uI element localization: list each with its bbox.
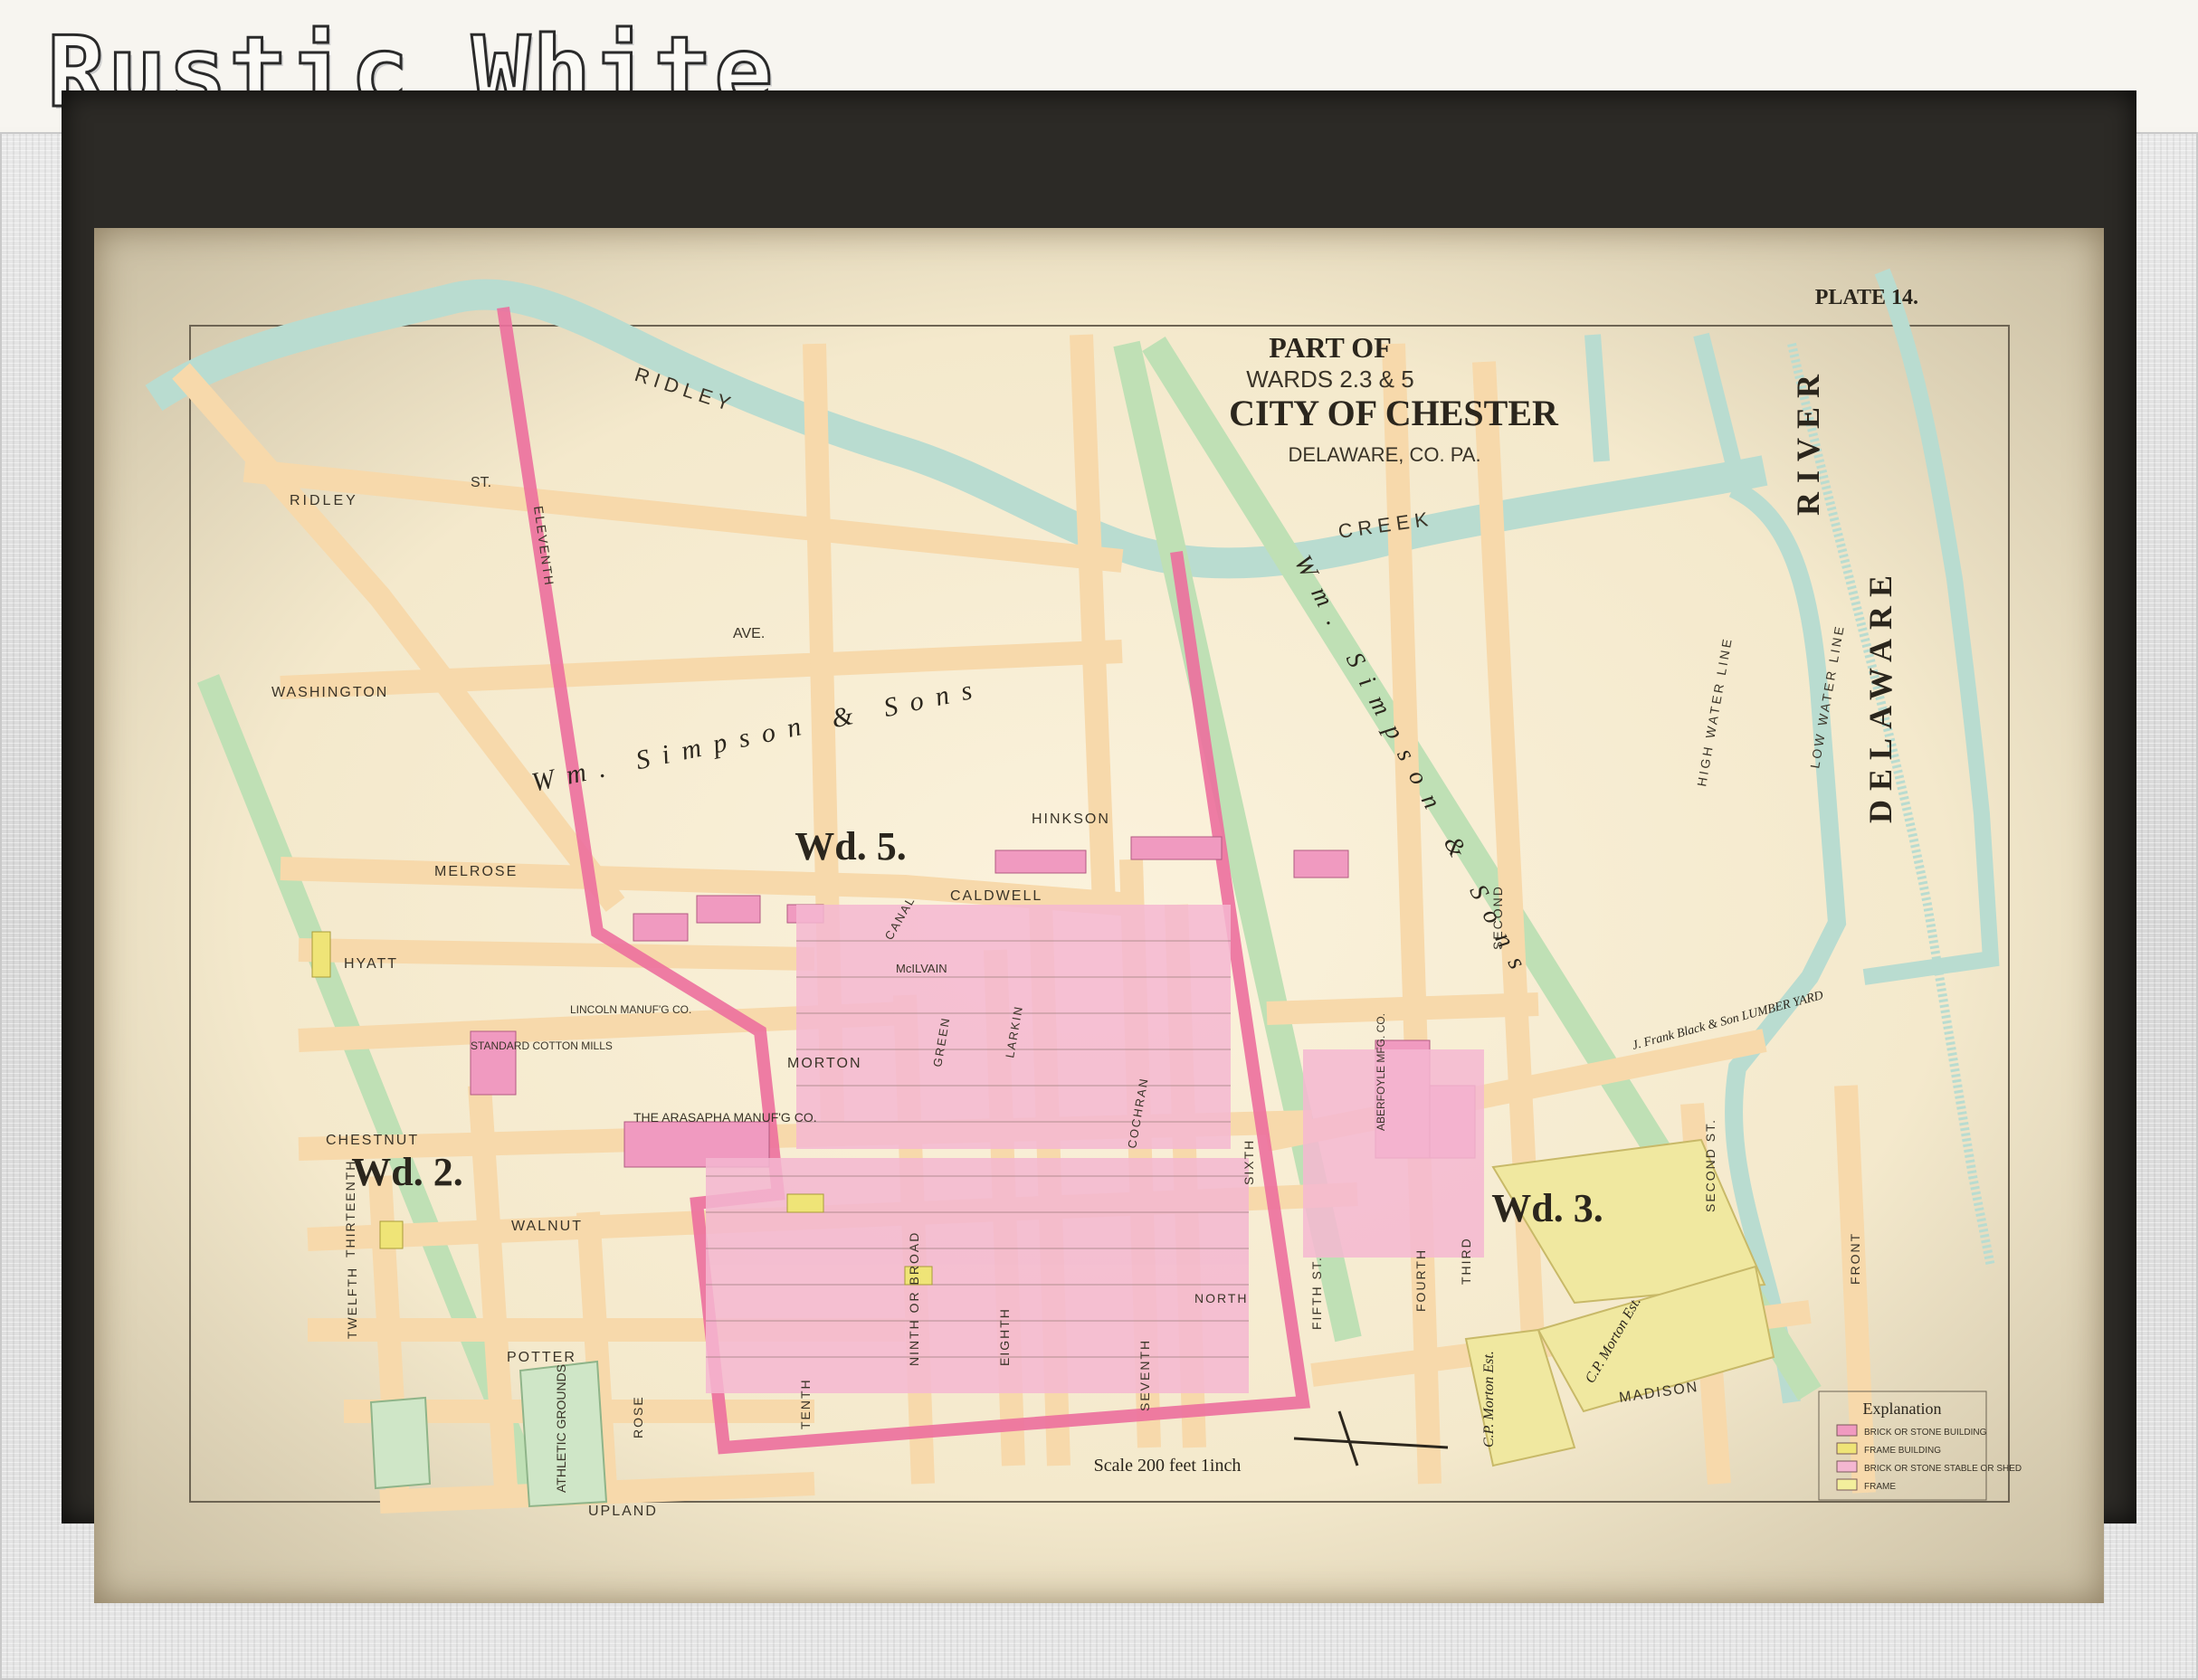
street-ridley: RIDLEY bbox=[290, 493, 358, 508]
street-upland: UPLAND bbox=[588, 1504, 658, 1519]
water-label-delaware: DELAWARE bbox=[1862, 566, 1898, 823]
plate-number: PLATE 14. bbox=[1815, 286, 1918, 309]
street-caldwell: CALDWELL bbox=[950, 888, 1042, 904]
street-hyatt: HYATT bbox=[344, 956, 398, 972]
legend-item-stable: BRICK OR STONE STABLE OR SHED bbox=[1864, 1464, 2022, 1474]
owner-athletic-grounds: ATHLETIC GROUNDS bbox=[554, 1364, 568, 1493]
street-fourth: FOURTH bbox=[1413, 1248, 1428, 1312]
street-potter: POTTER bbox=[507, 1350, 576, 1365]
street-washington: WASHINGTON bbox=[271, 685, 388, 700]
ward-2-label: Wd. 2. bbox=[351, 1150, 462, 1194]
ward-3-label: Wd. 3. bbox=[1491, 1186, 1603, 1230]
owner-simpson-west: Wm. Simpson & Sons bbox=[529, 672, 987, 797]
street-mcilvain: McILVAIN bbox=[896, 962, 947, 975]
owner-standard-mills: STANDARD COTTON MILLS bbox=[471, 1039, 613, 1052]
street-sixth: SIXTH bbox=[1242, 1139, 1256, 1185]
street-ninth: NINTH OR BROAD bbox=[907, 1231, 921, 1366]
map-artwork: PLATE 14. PART OF WARDS 2.3 & 5 CITY OF … bbox=[145, 268, 2022, 1519]
street-seventh: SEVENTH bbox=[1137, 1339, 1152, 1411]
street-melrose: MELROSE bbox=[434, 864, 518, 879]
street-fifth: FIFTH ST. bbox=[1309, 1256, 1324, 1330]
street-chestnut: CHESTNUT bbox=[326, 1133, 419, 1148]
title-line-1: PART OF bbox=[1269, 331, 1391, 364]
owner-aberfoyle: ABERFOYLE MFG. CO. bbox=[1375, 1013, 1387, 1131]
title-line-3: CITY OF CHESTER bbox=[1229, 393, 1559, 433]
street-third: THIRD bbox=[1459, 1237, 1473, 1285]
title-line-2: WARDS 2.3 & 5 bbox=[1246, 365, 1413, 393]
street-second-st: SECOND ST. bbox=[1703, 1118, 1717, 1212]
ward-5-label: Wd. 5. bbox=[795, 824, 906, 868]
street-thirteenth: THIRTEENTH bbox=[343, 1160, 357, 1258]
legend-item-frame: FRAME BUILDING bbox=[1864, 1446, 1941, 1456]
street-rose: ROSE bbox=[631, 1395, 645, 1438]
street-eighth: EIGHTH bbox=[997, 1307, 1012, 1366]
legend-item-frame-shed: FRAME bbox=[1864, 1482, 1896, 1492]
owner-lincoln: LINCOLN MANUF'G CO. bbox=[570, 1003, 691, 1016]
street-front: FRONT bbox=[1848, 1232, 1862, 1285]
street-ave-1: AVE. bbox=[733, 626, 765, 641]
water-label-high: HIGH WATER LINE bbox=[1694, 635, 1735, 787]
street-st-1: ST. bbox=[471, 475, 491, 490]
map-scale: Scale 200 feet 1inch bbox=[1094, 1456, 1242, 1476]
legend-title: Explanation bbox=[1863, 1400, 1942, 1418]
street-twelfth: TWELFTH bbox=[345, 1267, 359, 1339]
owner-morton-est-2: C.P. Morton Est. bbox=[1481, 1351, 1497, 1447]
water-label-river: RIVER bbox=[1790, 365, 1826, 516]
legend-item-brick: BRICK OR STONE BUILDING bbox=[1864, 1428, 1987, 1438]
title-line-4: DELAWARE, CO. PA. bbox=[1288, 443, 1480, 466]
street-walnut: WALNUT bbox=[511, 1219, 583, 1234]
street-morton: MORTON bbox=[787, 1056, 862, 1071]
owner-arasapha: THE ARASAPHA MANUF'G CO. bbox=[633, 1110, 817, 1125]
street-hinkson: HINKSON bbox=[1032, 812, 1110, 827]
street-tenth: TENTH bbox=[798, 1378, 813, 1429]
street-north: NORTH bbox=[1194, 1291, 1249, 1305]
